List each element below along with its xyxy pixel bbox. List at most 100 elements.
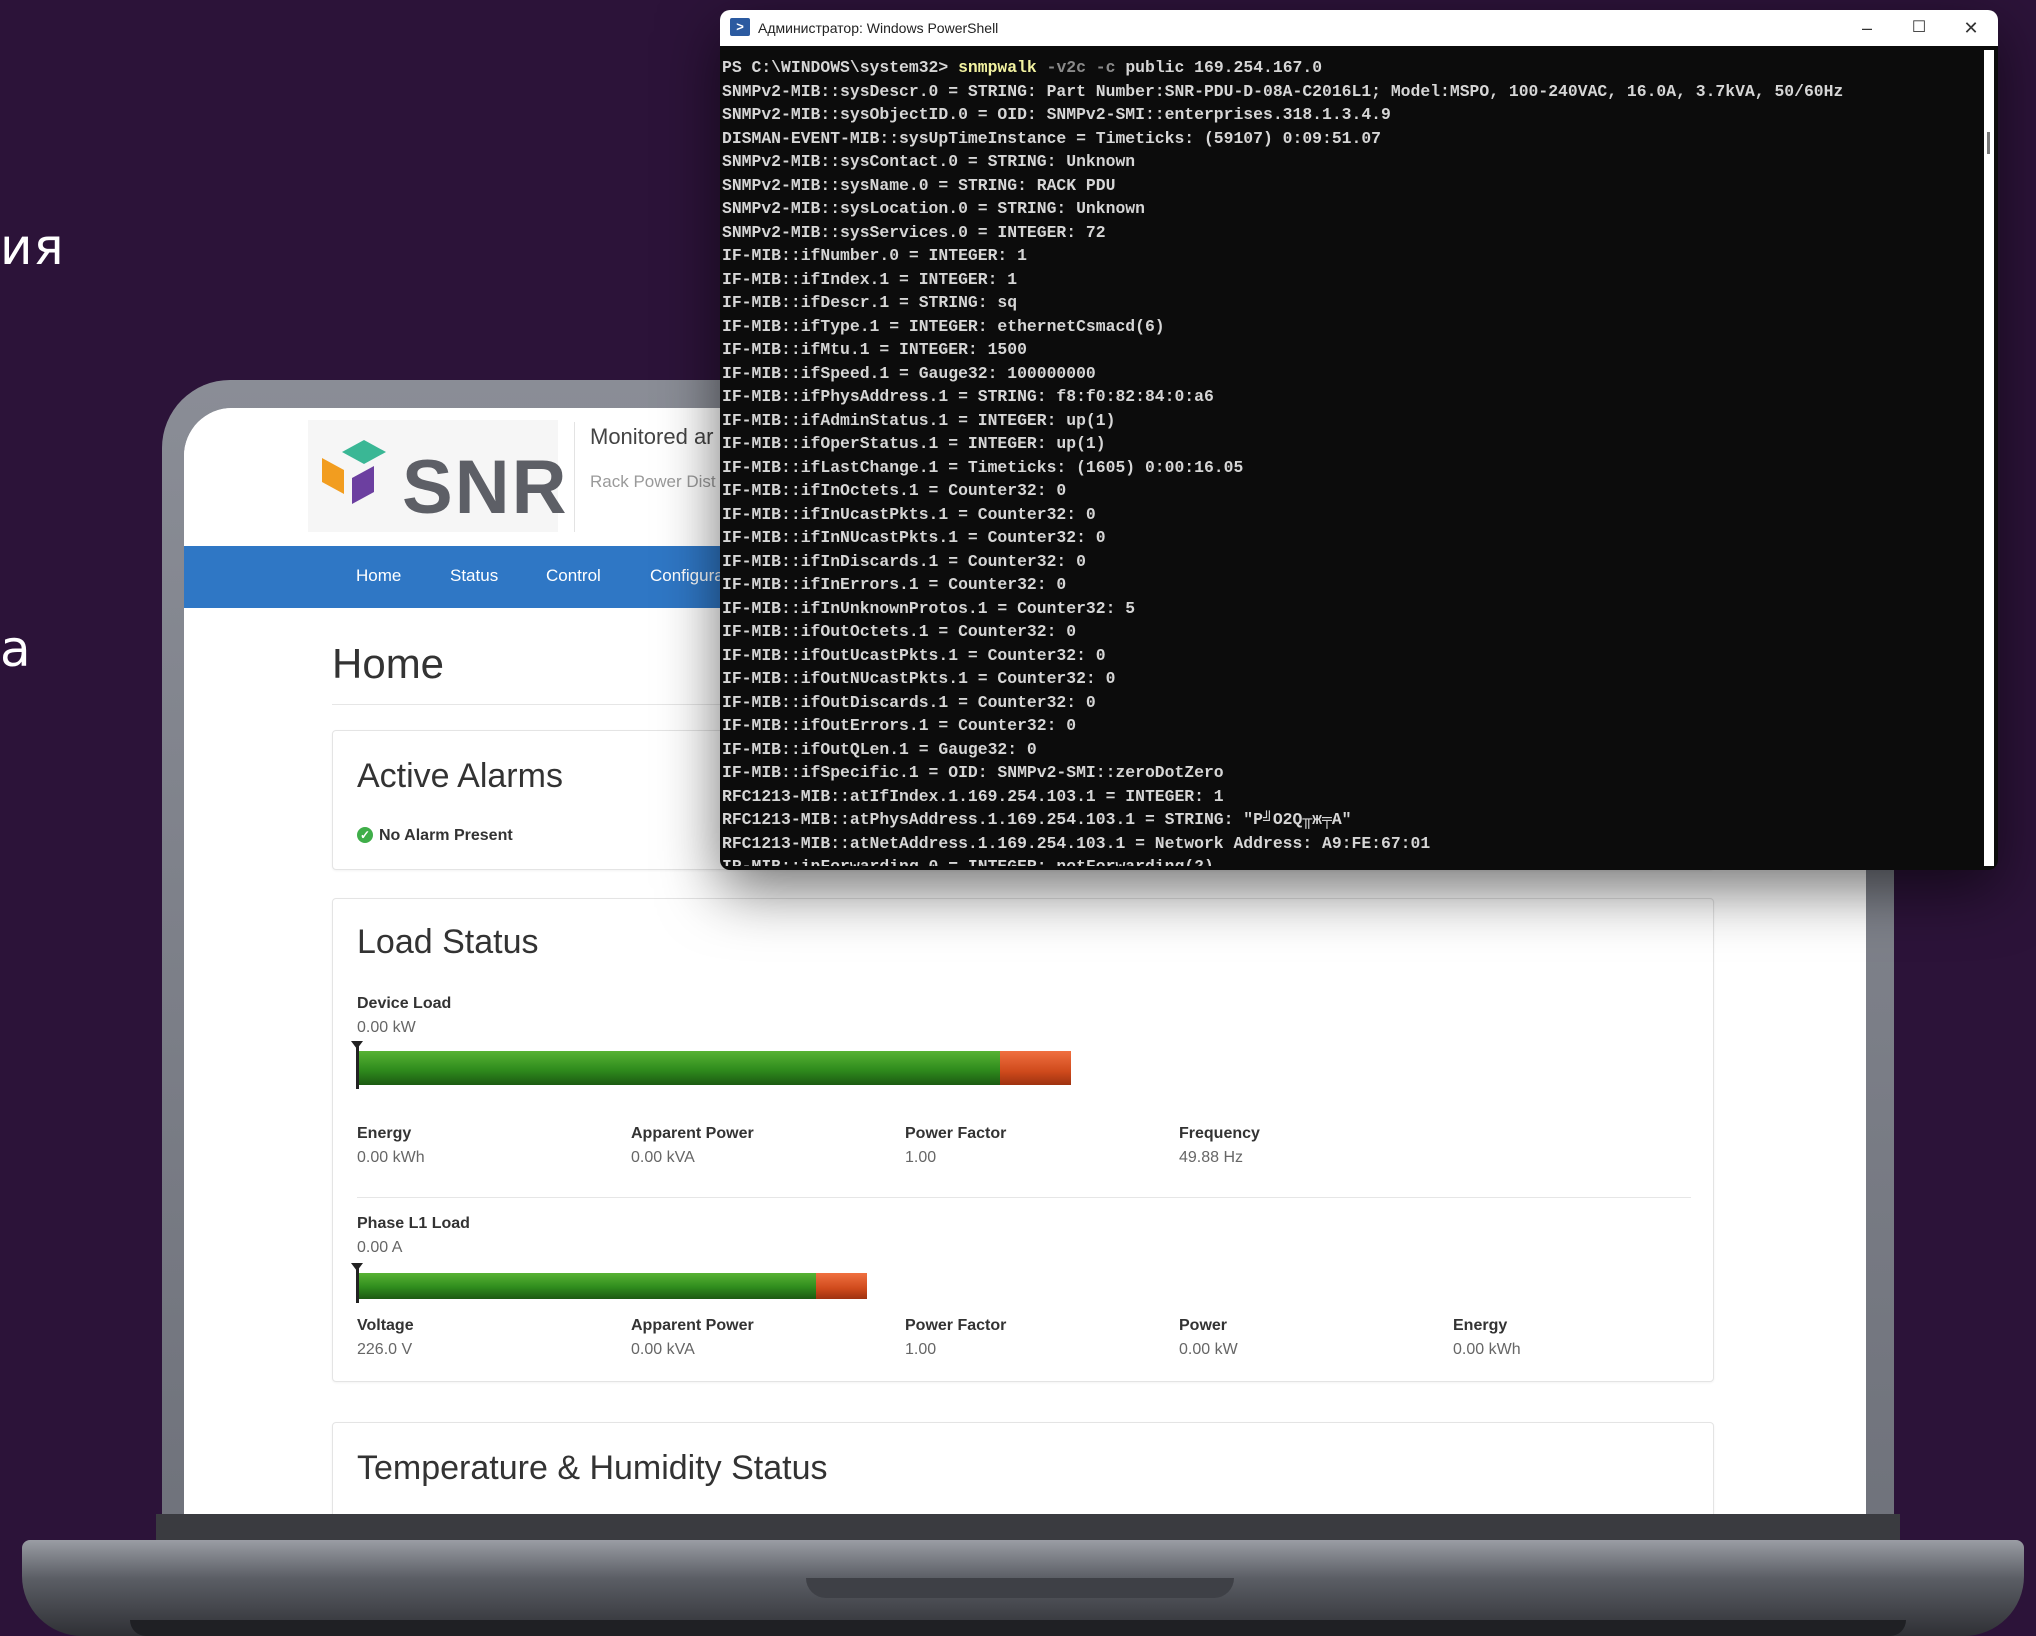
console-output-line: IF-MIB::ifOutNUcastPkts.1 = Counter32: 0 <box>722 669 1116 688</box>
energy-value: 0.00 kWh <box>357 1149 425 1166</box>
console-output-line: IF-MIB::ifAdminStatus.1 = INTEGER: up(1) <box>722 410 1116 430</box>
power-factor-value: 1.00 <box>905 1149 937 1166</box>
phase-load-marker-tip <box>351 1263 363 1271</box>
phase-power-value: 0.00 kW <box>1179 1341 1238 1358</box>
temperature-humidity-panel: Temperature & Humidity Status <box>332 1422 1714 1516</box>
console-output-line: IF-MIB::ifSpecific.1 = OID: SNMPv2-SMI::… <box>722 763 1224 782</box>
console-args: public 169.254.167.0 <box>1115 58 1323 77</box>
console-prompt-line: PS C:\WINDOWS\system32> snmpwalk -v2c -c… <box>722 56 1322 80</box>
console-output-line: IF-MIB::ifNumber.0 = INTEGER: 1 <box>722 246 1027 265</box>
phase-power-label: Power <box>1179 1317 1228 1334</box>
phase-load-value: 0.00 A <box>357 1239 403 1256</box>
logo-text: SNR <box>402 445 569 530</box>
console-output-line: IF-MIB::ifInErrors.1 = Counter32: 0 <box>722 575 1067 594</box>
console-output-line: SNMPv2-MIB::sysDescr.0 = STRING: Part Nu… <box>722 81 1844 101</box>
console-output-line: IF-MIB::ifOutDiscards.1 = Counter32: 0 <box>722 692 1096 712</box>
powershell-scroll-thumb[interactable] <box>1987 132 1990 154</box>
phase-load-label: Phase L1 Load <box>357 1215 470 1232</box>
snr-logo-icon <box>322 440 386 504</box>
console-output-line: IF-MIB::ifInUcastPkts.1 = Counter32: 0 <box>722 504 1096 524</box>
phase-energy-value: 0.00 kWh <box>1453 1341 1521 1358</box>
nav-control[interactable]: Control <box>546 566 601 586</box>
console-output-line: IF-MIB::ifIndex.1 = INTEGER: 1 <box>722 269 1018 289</box>
powershell-window[interactable]: > Администратор: Windows PowerShell – ☐ … <box>720 10 1998 870</box>
site-subtitle: Rack Power Dist <box>590 472 716 491</box>
phase-load-marker <box>356 1267 359 1303</box>
frequency-value: 49.88 Hz <box>1179 1149 1244 1166</box>
energy-label: Energy <box>357 1125 412 1142</box>
alarm-status: No Alarm Present <box>379 827 513 844</box>
console-output-line: IF-MIB::ifInNUcastPkts.1 = Counter32: 0 <box>722 528 1106 547</box>
logo: SNR <box>308 420 566 532</box>
phase-load-bar <box>357 1273 867 1299</box>
console-output-line: SNMPv2-MIB::sysObjectID.0 = OID: SNMPv2-… <box>722 105 1391 124</box>
console-prompt: PS C:\WINDOWS\system32> <box>722 58 959 77</box>
page-title: Home <box>332 640 445 687</box>
device-load-marker-tip <box>351 1041 363 1049</box>
nav-status[interactable]: Status <box>450 566 498 586</box>
phase-apparent-power-value: 0.00 kVA <box>631 1341 695 1358</box>
console-output-line: IF-MIB::ifSpeed.1 = Gauge32: 100000000 <box>722 363 1096 383</box>
load-divider <box>357 1197 1691 1198</box>
console-output-line: SNMPv2-MIB::sysLocation.0 = STRING: Unkn… <box>722 199 1145 218</box>
console-output-line: IF-MIB::ifOperStatus.1 = INTEGER: up(1) <box>722 434 1106 453</box>
voltage-value: 226.0 V <box>357 1341 413 1358</box>
device-load-marker <box>356 1045 359 1089</box>
background-text-2: а <box>0 620 32 678</box>
console-command: snmpwalk <box>958 58 1037 77</box>
apparent-power-value: 0.00 kVA <box>631 1149 695 1166</box>
console-output-line: DISMAN-EVENT-MIB::sysUpTimeInstance = Ti… <box>722 128 1382 148</box>
minimize-button[interactable]: – <box>1842 14 1892 42</box>
console-output-line: IF-MIB::ifInDiscards.1 = Counter32: 0 <box>722 551 1086 571</box>
powershell-console[interactable]: PS C:\WINDOWS\system32> snmpwalk -v2c -c… <box>720 50 1982 866</box>
close-button[interactable]: ✕ <box>1946 14 1996 42</box>
maximize-button[interactable]: ☐ <box>1894 14 1944 42</box>
device-load-bar-ok <box>357 1051 1000 1085</box>
phase-power-factor-label: Power Factor <box>905 1317 1007 1334</box>
nav-home[interactable]: Home <box>356 566 401 586</box>
console-output-line: IF-MIB::ifOutErrors.1 = Counter32: 0 <box>722 716 1077 735</box>
console-output-line: IF-MIB::ifPhysAddress.1 = STRING: f8:f0:… <box>722 387 1214 406</box>
console-output-line: RFC1213-MIB::atNetAddress.1.169.254.103.… <box>722 833 1431 853</box>
phase-energy-label: Energy <box>1453 1317 1508 1334</box>
header-separator <box>574 422 575 532</box>
console-output-line: IF-MIB::ifOutOctets.1 = Counter32: 0 <box>722 622 1077 641</box>
console-output-line: IF-MIB::ifType.1 = INTEGER: ethernetCsma… <box>722 316 1165 336</box>
powershell-titlebar[interactable]: > Администратор: Windows PowerShell – ☐ … <box>720 10 1998 46</box>
apparent-power-label: Apparent Power <box>631 1125 754 1142</box>
console-output-line: IP-MIB::ipForwarding.0 = INTEGER: notFor… <box>722 855 1214 866</box>
console-output-line: IF-MIB::ifDescr.1 = STRING: sq <box>722 293 1018 312</box>
laptop-foot <box>130 1620 1906 1636</box>
console-output-line: IF-MIB::ifOutQLen.1 = Gauge32: 0 <box>722 739 1037 759</box>
phase-load-bar-ok <box>357 1273 816 1299</box>
frequency-label: Frequency <box>1179 1125 1260 1142</box>
laptop-notch <box>806 1578 1234 1598</box>
temperature-humidity-title: Temperature & Humidity Status <box>357 1449 828 1487</box>
console-output-line: SNMPv2-MIB::sysServices.0 = INTEGER: 72 <box>722 222 1106 242</box>
console-output-line: RFC1213-MIB::atPhysAddress.1.169.254.103… <box>722 810 1352 829</box>
console-output-line: RFC1213-MIB::atIfIndex.1.169.254.103.1 =… <box>722 786 1224 806</box>
powershell-icon: > <box>730 18 750 36</box>
console-output-line: IF-MIB::ifInOctets.1 = Counter32: 0 <box>722 481 1067 500</box>
phase-load-bar-critical <box>816 1273 867 1299</box>
console-params: -v2c -c <box>1036 58 1116 77</box>
background-text-1: ия <box>0 218 65 276</box>
nav-configuration[interactable]: Configura <box>650 566 724 586</box>
device-load-bar <box>357 1051 1071 1085</box>
load-status-panel: Load Status Device Load 0.00 kW Energy 0… <box>332 898 1714 1382</box>
voltage-label: Voltage <box>357 1317 414 1334</box>
powershell-scrollbar[interactable] <box>1984 50 1994 866</box>
device-load-label: Device Load <box>357 995 452 1012</box>
device-load-bar-critical <box>1000 1051 1071 1085</box>
console-output-line: IF-MIB::ifLastChange.1 = Timeticks: (160… <box>722 457 1244 477</box>
console-output-line: IF-MIB::ifInUnknownProtos.1 = Counter32:… <box>722 598 1136 618</box>
console-output-line: SNMPv2-MIB::sysName.0 = STRING: RACK PDU <box>722 175 1116 195</box>
load-status-title: Load Status <box>357 923 539 961</box>
device-load-value: 0.00 kW <box>357 1019 416 1036</box>
alarms-title: Active Alarms <box>357 757 563 795</box>
phase-apparent-power-label: Apparent Power <box>631 1317 754 1334</box>
console-output-line: IF-MIB::ifOutUcastPkts.1 = Counter32: 0 <box>722 645 1106 665</box>
console-output-line: SNMPv2-MIB::sysContact.0 = STRING: Unkno… <box>722 152 1136 171</box>
power-factor-label: Power Factor <box>905 1125 1007 1142</box>
phase-power-factor-value: 1.00 <box>905 1341 937 1358</box>
